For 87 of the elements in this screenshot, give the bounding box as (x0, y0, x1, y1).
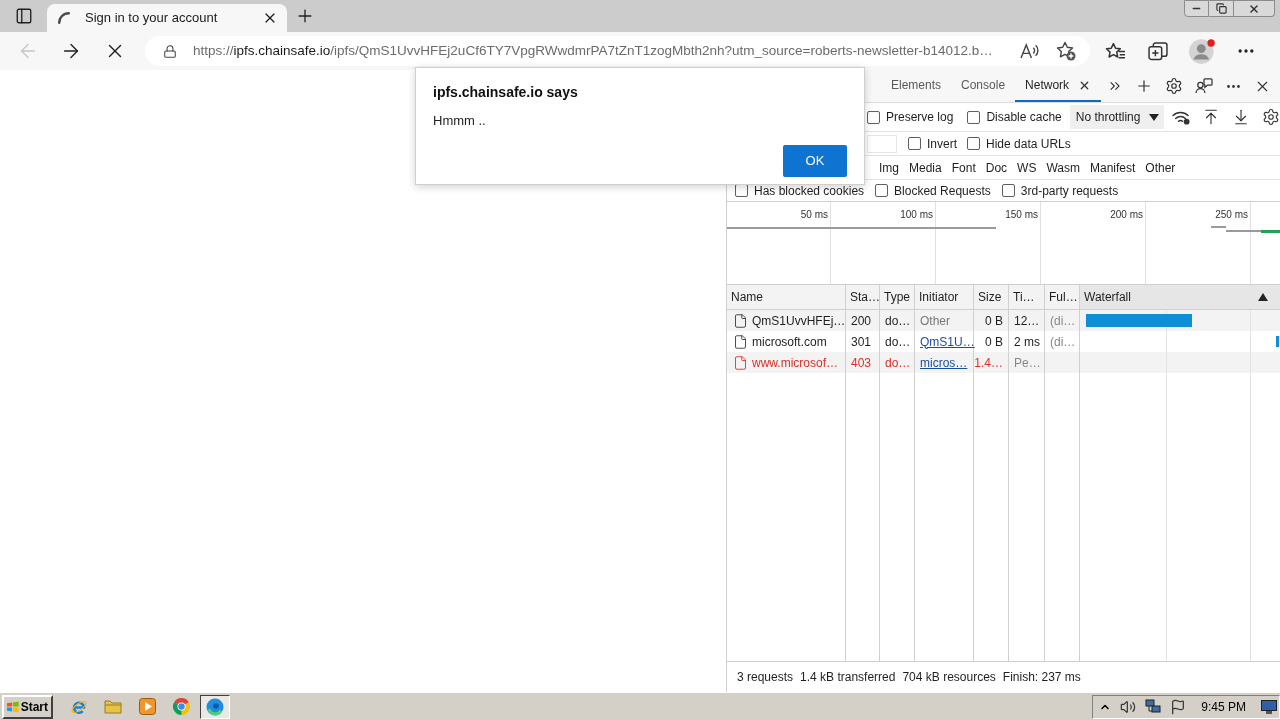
url-text: https://ipfs.chainsafe.io/ipfs/QmS1UvvHFEj2uCf6TY7VpgRWwdmrPA7tZnT1zogMbth2nh?utm_source=roberts-newsletter-b14012.b… (193, 41, 993, 60)
column-header[interactable]: Ful… (1045, 285, 1080, 309)
checkbox[interactable] (967, 110, 981, 124)
throttling-select[interactable]: No throttling (1069, 105, 1164, 129)
request-name[interactable]: www.microsof… (752, 353, 838, 372)
show-desktop-icon[interactable] (1261, 699, 1277, 714)
column-header[interactable]: Ti… (1009, 285, 1045, 309)
ok-button[interactable]: OK (783, 145, 847, 177)
settings-icon[interactable] (1262, 108, 1280, 126)
checkbox[interactable] (875, 184, 889, 197)
checkbox[interactable] (1001, 184, 1015, 197)
download-icon[interactable] (1232, 108, 1250, 126)
column-header[interactable]: Sta… (846, 285, 880, 309)
status-text: 1.4 kB transferred (800, 669, 896, 686)
close-window-button[interactable] (1234, 0, 1275, 17)
restore-icon (1215, 3, 1227, 14)
checkbox-label: Blocked Requests (894, 182, 991, 200)
column-header[interactable]: Waterfall (1080, 285, 1280, 309)
address-bar[interactable]: https://ipfs.chainsafe.io/ipfs/QmS1UvvHFEj2uCf6TY7VpgRWwdmrPA7tZnT1zogMbth2nh?utm_source=roberts-newsletter-b14012.b… (145, 36, 1090, 66)
status-text: 704 kB resources (902, 669, 996, 686)
column-header[interactable]: Name (727, 285, 846, 309)
resource-type-filter[interactable]: Media (904, 158, 947, 177)
column-header[interactable]: Initiator (915, 285, 974, 309)
status-text: 3 requests (737, 669, 794, 686)
checkbox-label: Preserve log (886, 109, 954, 126)
devtools-tab[interactable]: Network (1015, 70, 1102, 102)
resource-type-filter[interactable]: Manifest (1084, 158, 1141, 177)
dialog-title: ipfs.chainsafe.io says (433, 84, 579, 100)
network-icon[interactable] (1145, 699, 1162, 714)
table-cell: Pe… (1009, 352, 1045, 373)
request-name[interactable]: QmS1UvvHFEj… (752, 311, 846, 330)
browser-tab[interactable]: Sign in to your account (47, 4, 287, 32)
profile-avatar-icon[interactable] (1189, 38, 1216, 64)
time-tick-label: 200 ms (1110, 208, 1143, 222)
checkbox-label: Disable cache (986, 109, 1062, 126)
status-text: Finish: 237 ms (1002, 669, 1081, 686)
table-cell[interactable]: micros… (915, 352, 974, 373)
time-tick-label: 50 ms (800, 208, 828, 222)
devtools-tab[interactable]: Console (951, 70, 1016, 102)
caret-icon (1149, 113, 1159, 121)
person-chat-icon[interactable] (1195, 78, 1214, 94)
resource-type-filter[interactable]: Doc (980, 158, 1013, 177)
upload-icon[interactable] (1202, 108, 1220, 126)
table-cell: 403 (846, 352, 880, 373)
clock-time[interactable]: 9:45 PM (1201, 697, 1246, 716)
checkbox[interactable] (967, 137, 980, 150)
checkbox-label: Has blocked cookies (754, 182, 865, 200)
folder-icon (104, 699, 122, 714)
time-tick-label: 250 ms (1215, 208, 1248, 222)
column-header[interactable]: Type (880, 285, 915, 309)
filter-input[interactable] (867, 134, 897, 153)
tab-actions-icon[interactable] (14, 7, 33, 25)
restore-button[interactable] (1209, 0, 1234, 17)
checkbox-label: 3rd-party requests (1020, 182, 1119, 200)
checkbox-label: Hide data URLs (986, 135, 1071, 153)
resource-type-filter[interactable]: Other (1140, 158, 1181, 177)
collections-icon[interactable] (1148, 41, 1168, 61)
add-favorite-icon[interactable] (1056, 41, 1076, 61)
checkbox[interactable] (867, 110, 880, 124)
speaker-icon[interactable] (1120, 698, 1137, 715)
taskbar-button[interactable] (200, 694, 230, 719)
table-cell: do… (880, 352, 915, 373)
checkbox[interactable] (908, 137, 921, 150)
time-tick-label: 150 ms (1005, 208, 1038, 222)
dialog-message: Hmmm .. (433, 113, 487, 128)
checkbox-label: Invert (927, 135, 957, 153)
close-icon (1248, 2, 1260, 15)
favorites-icon[interactable] (1105, 42, 1126, 60)
wifi-gear-icon[interactable] (1172, 109, 1190, 125)
start-button[interactable]: Start (2, 694, 53, 719)
request-name[interactable]: microsoft.com (752, 332, 827, 351)
play-icon (138, 698, 156, 715)
resource-type-filter[interactable]: Font (946, 158, 981, 177)
read-aloud-icon[interactable] (1020, 43, 1040, 59)
resource-type-filter[interactable]: WS (1012, 158, 1042, 177)
lock-icon[interactable] (163, 43, 177, 59)
resource-type-filter[interactable]: Wasm (1041, 158, 1085, 177)
time-tick-label: 100 ms (900, 208, 933, 222)
table-cell: 1.4… (974, 352, 1009, 373)
devtools-tab[interactable]: Elements (881, 70, 952, 102)
column-header[interactable]: Size (974, 285, 1009, 309)
windows-logo-icon (7, 699, 19, 714)
settings-icon[interactable] (1165, 77, 1184, 95)
swirl-logo-icon (206, 697, 224, 716)
flag-icon[interactable] (1170, 698, 1187, 715)
browser-logo-icon (172, 698, 190, 715)
resource-type-filter[interactable]: Img (874, 158, 904, 177)
